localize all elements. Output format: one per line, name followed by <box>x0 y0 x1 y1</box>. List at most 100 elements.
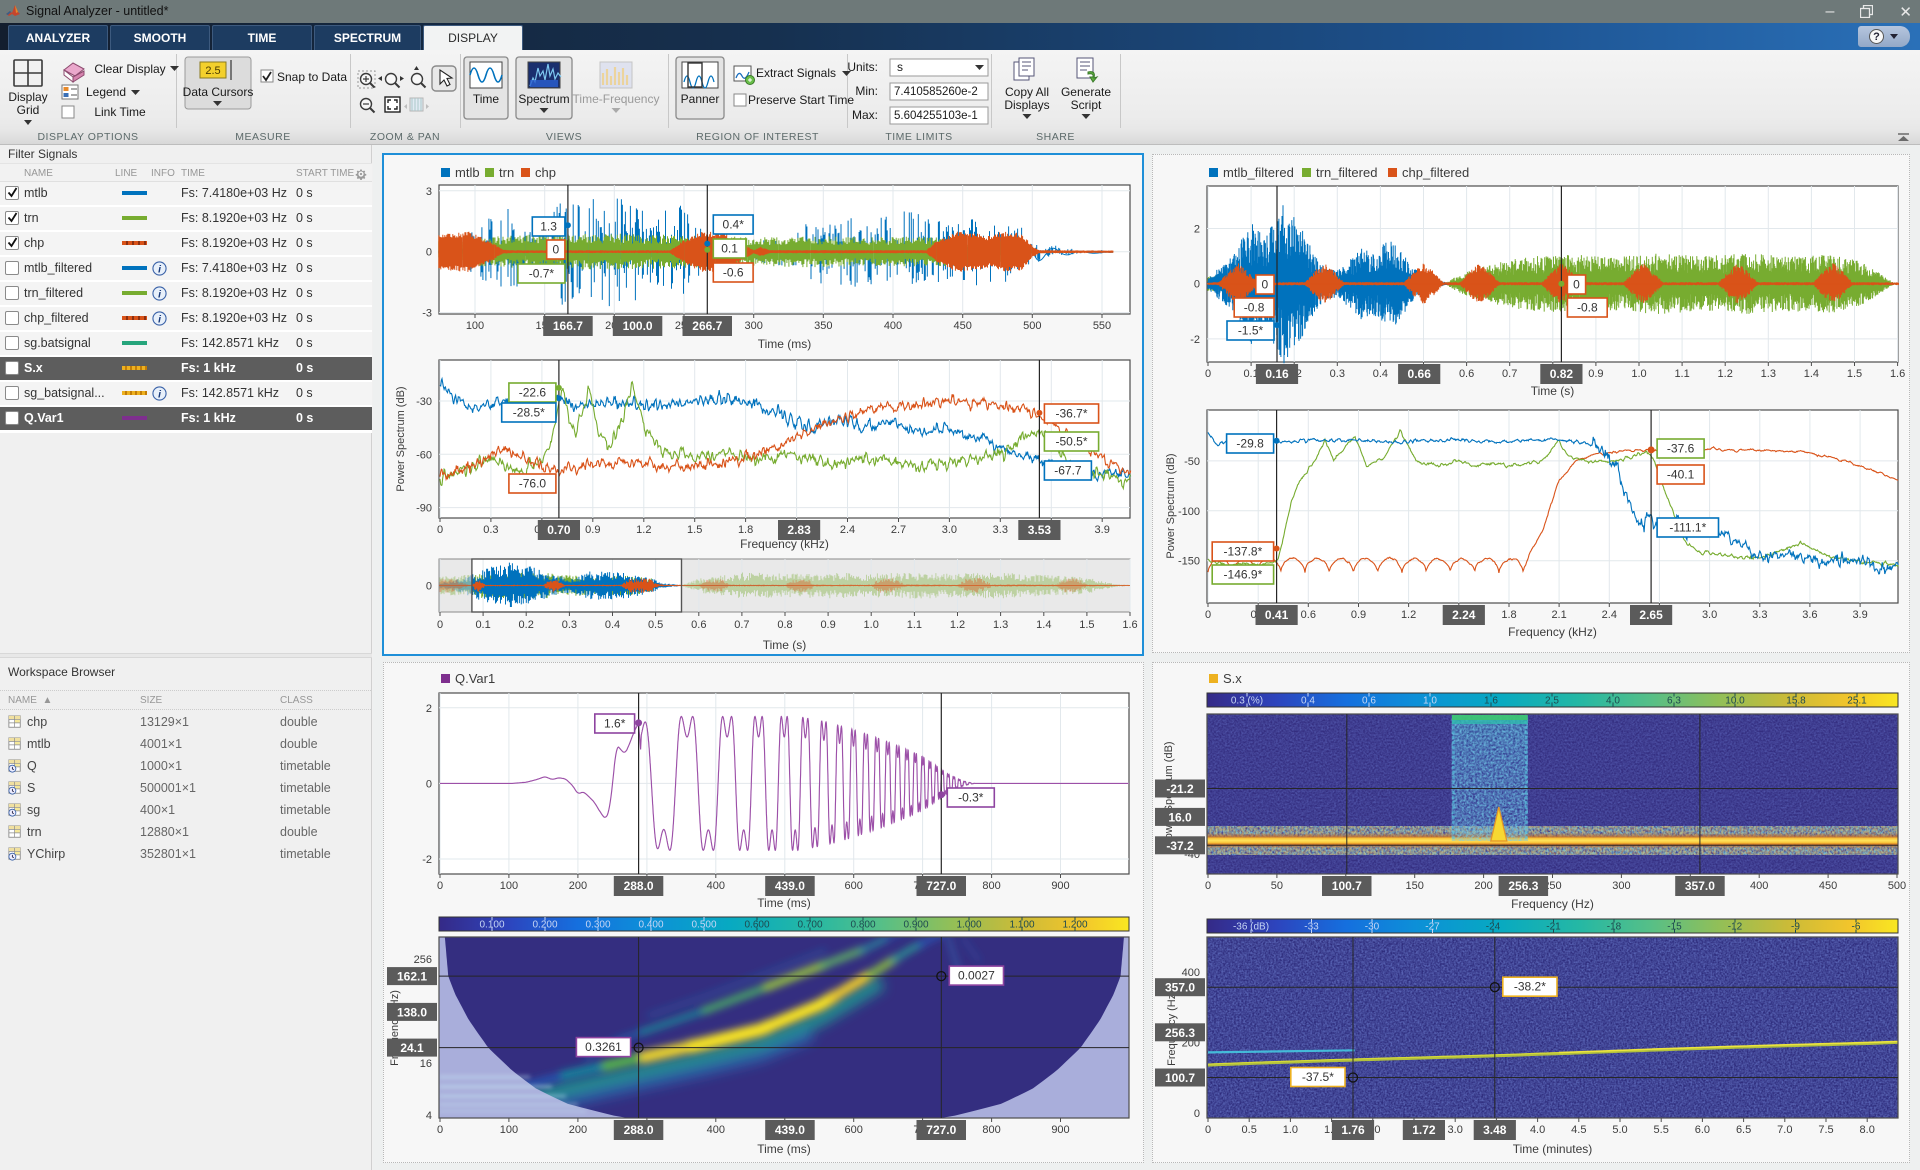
svg-text:162.1: 162.1 <box>397 970 427 984</box>
svg-text:1.3: 1.3 <box>993 619 1008 631</box>
svg-text:0: 0 <box>1194 279 1200 291</box>
svg-text:0.800: 0.800 <box>850 920 875 931</box>
svg-text:25.1: 25.1 <box>1847 696 1867 707</box>
svg-text:1.2: 1.2 <box>1401 609 1416 621</box>
svg-text:3: 3 <box>426 186 432 198</box>
svg-text:0: 0 <box>1205 1124 1211 1136</box>
svg-text:500: 500 <box>1023 320 1041 332</box>
svg-text:0.2: 0.2 <box>519 619 534 631</box>
svg-text:2.83: 2.83 <box>787 523 811 537</box>
svg-text:0: 0 <box>437 880 443 892</box>
svg-text:1.0: 1.0 <box>1631 368 1646 380</box>
svg-text:-50.5*: -50.5* <box>1055 435 1087 449</box>
svg-text:0: 0 <box>437 1124 443 1136</box>
svg-text:-0.8: -0.8 <box>1577 301 1598 315</box>
svg-text:0.400: 0.400 <box>638 920 663 931</box>
svg-text:357.0: 357.0 <box>1165 981 1195 995</box>
svg-text:0: 0 <box>426 581 432 593</box>
svg-text:-0.3*: -0.3* <box>958 791 984 805</box>
svg-text:16: 16 <box>420 1058 432 1070</box>
svg-text:0.6: 0.6 <box>1301 609 1316 621</box>
svg-text:Link Time: Link Time <box>94 105 146 119</box>
svg-text:3.3: 3.3 <box>1752 609 1767 621</box>
svg-text:Extract Signals: Extract Signals <box>756 66 836 80</box>
svg-text:-146.9*: -146.9* <box>1224 568 1263 582</box>
svg-text:mtlb: mtlb <box>455 165 480 180</box>
svg-text:8.0: 8.0 <box>1860 1124 1875 1136</box>
svg-text:100: 100 <box>466 320 484 332</box>
svg-text:-90: -90 <box>416 503 432 515</box>
svg-text:3.0: 3.0 <box>942 524 957 536</box>
svg-text:0: 0 <box>1262 278 1269 292</box>
svg-text:Time (s): Time (s) <box>1531 384 1575 398</box>
svg-text:0: 0 <box>426 247 432 259</box>
svg-text:-37.5*: -37.5* <box>1302 1070 1334 1084</box>
svg-text:288.0: 288.0 <box>624 879 654 893</box>
svg-text:400: 400 <box>1182 967 1200 979</box>
svg-text:0.9: 0.9 <box>820 619 835 631</box>
svg-text:0: 0 <box>552 243 559 257</box>
svg-text:2.65: 2.65 <box>1639 608 1663 622</box>
svg-text:-27: -27 <box>1425 922 1440 933</box>
svg-text:3.3: 3.3 <box>993 524 1008 536</box>
svg-text:S.x: S.x <box>1223 671 1242 686</box>
svg-text:trn: trn <box>499 165 514 180</box>
svg-text:15.8: 15.8 <box>1786 696 1806 707</box>
svg-text:chp: chp <box>535 165 556 180</box>
svg-text:3.48: 3.48 <box>1483 1123 1507 1137</box>
svg-text:138.0: 138.0 <box>397 1005 427 1019</box>
svg-text:-30: -30 <box>416 396 432 408</box>
svg-text:0.1: 0.1 <box>475 619 490 631</box>
svg-text:0: 0 <box>1205 609 1211 621</box>
svg-text:1.72: 1.72 <box>1412 1123 1436 1137</box>
svg-text:2.1: 2.1 <box>1551 609 1566 621</box>
svg-text:Time-Frequency: Time-Frequency <box>573 92 660 106</box>
svg-text:300: 300 <box>1612 880 1630 892</box>
svg-text:1.2: 1.2 <box>636 524 651 536</box>
svg-text:727.0: 727.0 <box>926 879 956 893</box>
svg-text:-15: -15 <box>1667 922 1682 933</box>
svg-text:0.3: 0.3 <box>483 524 498 536</box>
svg-text:300: 300 <box>745 320 763 332</box>
svg-text:Time: Time <box>473 92 500 106</box>
svg-text:200: 200 <box>569 1124 587 1136</box>
svg-text:1.6*: 1.6* <box>604 717 626 731</box>
svg-text:0.3: 0.3 <box>1330 368 1345 380</box>
svg-text:1.8: 1.8 <box>738 524 753 536</box>
svg-text:0.6: 0.6 <box>691 619 706 631</box>
svg-text:600: 600 <box>845 1124 863 1136</box>
svg-text:Frequency (kHz): Frequency (kHz) <box>1508 625 1597 639</box>
svg-text:0.4: 0.4 <box>605 619 620 631</box>
svg-text:Copy All: Copy All <box>1005 85 1049 99</box>
svg-text:0.1: 0.1 <box>721 242 738 256</box>
svg-text:1.3: 1.3 <box>540 220 557 234</box>
svg-text:1.5: 1.5 <box>1079 619 1094 631</box>
svg-text:1.3: 1.3 <box>1761 368 1776 380</box>
svg-text:1.0: 1.0 <box>1283 1124 1298 1136</box>
svg-text:900: 900 <box>1051 880 1069 892</box>
svg-text:Snap to Data: Snap to Data <box>277 70 347 84</box>
svg-text:-18: -18 <box>1607 922 1622 933</box>
svg-text:5.0: 5.0 <box>1612 1124 1627 1136</box>
svg-text:Max:: Max: <box>852 108 878 122</box>
svg-text:150: 150 <box>1406 880 1424 892</box>
svg-text:0.900: 0.900 <box>903 920 928 931</box>
svg-text:-1.5*: -1.5* <box>1238 324 1264 338</box>
svg-text:-37.6: -37.6 <box>1667 442 1695 456</box>
svg-text:0.7: 0.7 <box>1502 368 1517 380</box>
svg-text:-12: -12 <box>1728 922 1743 933</box>
svg-text:Generate: Generate <box>1061 85 1111 99</box>
svg-text:Min:: Min: <box>855 84 878 98</box>
svg-text:10.0: 10.0 <box>1725 696 1745 707</box>
svg-text:100.0: 100.0 <box>623 319 653 333</box>
svg-text:1.76: 1.76 <box>1341 1123 1365 1137</box>
svg-text:0.500: 0.500 <box>691 920 716 931</box>
svg-text:256.3: 256.3 <box>1165 1026 1195 1040</box>
svg-text:266.7: 266.7 <box>692 319 722 333</box>
svg-text:0.100: 0.100 <box>479 920 504 931</box>
svg-text:1.2: 1.2 <box>1718 368 1733 380</box>
svg-text:-30: -30 <box>1365 922 1380 933</box>
svg-text:0.5: 0.5 <box>648 619 663 631</box>
svg-text:0.6: 0.6 <box>1459 368 1474 380</box>
svg-text:Units:: Units: <box>847 60 878 74</box>
